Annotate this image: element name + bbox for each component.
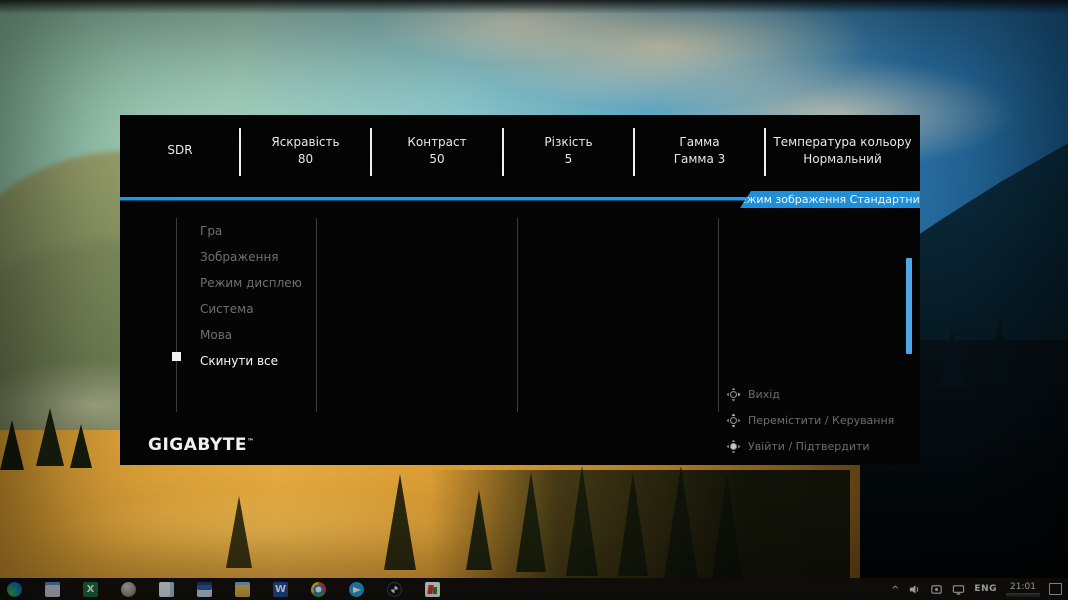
osd-top-value: 5 [564,151,573,166]
osd-top-label: Гамма [679,134,720,149]
osd-top-label: Температура кольору [773,134,912,149]
osd-top-value: 50 [429,151,445,166]
action-center-icon[interactable] [1049,583,1062,595]
hint-label: Увійти / Підтвердити [748,439,870,453]
folder-icon[interactable] [235,581,250,597]
calculator-icon[interactable] [197,581,212,597]
monitor-screen: SDR Яскравість 80 Контраст 50 Різкість 5… [0,0,1068,600]
tray-expand-chevron-icon[interactable]: ^ [891,585,899,596]
joystick-right-icon [726,387,741,401]
edge-icon[interactable] [7,581,22,597]
osd-panel: SDR Яскравість 80 Контраст 50 Різкість 5… [120,115,920,465]
selected-item-marker [172,352,181,361]
osd-top-label: Контраст [407,134,467,149]
top-separator [764,128,766,176]
notepad-icon[interactable] [159,581,174,597]
tree-silhouette [226,496,252,568]
column-divider [517,218,518,412]
osd-menu-list: Гра Зображення Режим дисплею Система Мов… [200,218,310,374]
top-separator [239,128,241,176]
tree-silhouette [664,466,698,578]
taskbar-icons: X W [0,581,440,597]
tree-silhouette [466,490,492,570]
photo-top-shade [0,0,1068,14]
top-separator [370,128,372,176]
top-separator [633,128,635,176]
menu-item-display-mode[interactable]: Режим дисплею [200,270,310,296]
picture-mode-tab: Режим зображення Стандартний [740,191,920,208]
gimp-icon[interactable] [121,581,136,597]
menu-item-picture[interactable]: Зображення [200,244,310,270]
menu-item-system[interactable]: Система [200,296,310,322]
volume-icon[interactable] [908,583,921,596]
osd-top-value: Нормальний [803,151,882,166]
chrome-icon[interactable] [311,581,326,597]
column-divider [316,218,317,412]
menu-item-game[interactable]: Гра [200,218,310,244]
picture-mode-label: Режим зображення Стандартний [733,193,927,206]
control-hints: Вихід Перемістити / Керування Увійти / П… [726,381,916,459]
column-divider [718,218,719,412]
tray-app-icon[interactable] [930,583,943,596]
brand-text: GIGABYTE [148,435,247,455]
osd-top-item-color-temp[interactable]: Температура кольору Нормальний [765,115,920,185]
clock[interactable]: 21:01 [1006,581,1040,598]
hint-move: Перемістити / Керування [726,407,916,433]
tree-silhouette [516,472,546,572]
osd-top-label: SDR [167,143,193,157]
obs-icon[interactable] [387,581,402,597]
trademark-symbol: ™ [246,437,254,446]
joystick-press-icon [726,439,741,453]
tree-silhouette [712,474,742,578]
hint-label: Вихід [748,387,780,401]
language-indicator[interactable]: ENG [974,584,997,594]
osd-top-item-sdr[interactable]: SDR [120,115,240,185]
joystick-move-icon [726,413,741,427]
osd-top-value: 80 [297,151,314,166]
app-window-icon[interactable] [45,581,60,597]
hint-exit: Вихід [726,381,916,407]
top-separator [502,128,504,176]
osd-top-label: Різкість [544,134,593,149]
word-icon[interactable]: W [273,581,288,597]
tree-silhouette [618,472,648,576]
osd-scrollbar[interactable] [906,258,912,354]
osd-top-item-brightness[interactable]: Яскравість 80 [240,115,371,185]
column-divider [176,218,177,412]
system-tray: ^ ENG 21:01 [891,578,1062,600]
tree-silhouette [384,474,416,570]
osd-top-item-contrast[interactable]: Контраст 50 [371,115,503,185]
hint-enter: Увійти / Підтвердити [726,433,916,459]
osd-top-item-sharpness[interactable]: Різкість 5 [503,115,634,185]
clock-time: 21:01 [1010,581,1036,592]
hint-label: Перемістити / Керування [748,413,895,427]
excel-icon[interactable]: X [83,581,98,597]
network-display-icon[interactable] [952,583,965,596]
menu-item-reset-all[interactable]: Скинути все [200,348,310,374]
osd-top-label: Яскравість [271,134,340,149]
clock-date-cropped [1006,592,1040,598]
tree-silhouette [0,420,24,470]
osd-top-item-gamma[interactable]: Гамма Гамма 3 [634,115,765,185]
telegram-icon[interactable] [349,581,364,597]
wallpaper-dark-band [430,470,850,578]
tree-silhouette [940,330,964,386]
wallpaper-field-glow [40,470,600,580]
media-app-icon[interactable] [425,581,440,597]
tree-silhouette [36,408,64,466]
tree-silhouette [986,316,1014,386]
tree-silhouette [70,424,92,468]
gigabyte-logo: GIGABYTE™ [148,435,254,455]
tree-silhouette [566,466,598,576]
menu-item-language[interactable]: Мова [200,322,310,348]
osd-top-value: Гамма 3 [673,151,726,166]
windows-taskbar: X W ^ ENG 21:01 [0,578,1068,600]
